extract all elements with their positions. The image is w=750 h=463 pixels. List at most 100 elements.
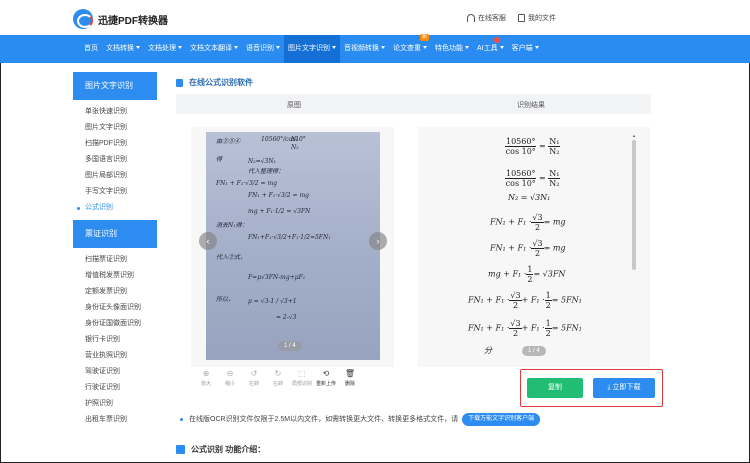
- nav-item-label: AI工具: [477, 45, 498, 52]
- formula-line: mg + F₁ · 1 2 = √3FN: [488, 265, 565, 284]
- tool-rotate-left[interactable]: ↺ 左转: [242, 368, 266, 392]
- fraction: √3 2: [509, 319, 522, 338]
- caret-down-icon: [178, 46, 182, 49]
- denominator: 2: [512, 301, 519, 310]
- sidebar-item[interactable]: 单张快速识别: [73, 104, 157, 120]
- logo[interactable]: 迅捷PDF转换器: [73, 9, 168, 29]
- caret-down-icon: [276, 46, 280, 49]
- nav-item[interactable]: 图片文字识别: [284, 35, 340, 63]
- sidebar-item[interactable]: 身份证头像面识别: [73, 300, 157, 316]
- intro-icon: [176, 445, 185, 454]
- reupload-icon: ⟲: [322, 369, 330, 378]
- my-files-link[interactable]: 我的文件: [518, 13, 556, 23]
- nav-item[interactable]: 文档转换: [102, 35, 144, 63]
- fraction: 10560° cos 10°: [505, 137, 537, 156]
- nav-item[interactable]: 音视频转换: [340, 35, 389, 63]
- download-button[interactable]: ⤓ 立即下载: [593, 378, 655, 398]
- numerator: √3: [531, 239, 544, 249]
- logo-text: 迅捷PDF转换器: [98, 15, 168, 27]
- formula-line: N₂ = √3N₁: [508, 193, 550, 202]
- sidebar-item[interactable]: 身份证国徽面识别: [73, 316, 157, 332]
- tool-trash[interactable]: 🗑 删除: [338, 368, 362, 392]
- original-column-header: 原图: [287, 102, 301, 109]
- nav-item[interactable]: 首页: [80, 35, 102, 63]
- result-page-indicator: 1 / 4: [522, 346, 546, 356]
- tool-label: 缩小: [224, 381, 235, 387]
- page-title: 在线公式识别软件: [176, 77, 253, 88]
- customer-service-link[interactable]: 在线客服: [467, 13, 506, 23]
- sidebar-item[interactable]: 行驶证识别: [73, 380, 157, 396]
- nav-item[interactable]: 文档处理: [144, 35, 186, 63]
- tool-reupload[interactable]: ⟲ 重新上传: [314, 368, 338, 392]
- nav-item[interactable]: 论文查重 新: [389, 34, 431, 63]
- handwritten-line: 10560°/cos10°: [261, 136, 306, 143]
- handwritten-line: FN₁ + F₁·√3/2 = mg: [248, 192, 309, 199]
- sidebar-list: 扫描票证识别 增值税发票识别 定额发票识别 身份证头像面识别 身份证国徽面识别 银行卡识别…: [73, 248, 157, 432]
- sidebar-item[interactable]: 银行卡识别: [73, 332, 157, 348]
- scroll-up-arrow[interactable]: ▲: [632, 133, 636, 138]
- denominator: N₂: [549, 179, 560, 188]
- fraction: 10560° cos 10°: [505, 169, 537, 188]
- download-client-button[interactable]: 下载万能文字识别客户端: [462, 412, 541, 426]
- denominator: 2: [534, 223, 541, 232]
- handwritten-line: = 2-√3: [276, 314, 297, 321]
- result-column-header: 识别结果: [517, 102, 545, 109]
- formula-mid: + F₁ ·: [521, 323, 545, 333]
- sidebar-item[interactable]: 手写文字识别: [73, 184, 157, 200]
- denominator: cos 10°: [505, 179, 536, 188]
- formula-line: FN₁ + F₁ · √3 2 = mg: [490, 213, 566, 232]
- handwritten-line: 所以，: [216, 296, 235, 303]
- preview-page-indicator: 1 / 4: [278, 341, 302, 351]
- fraction: √3 2: [531, 213, 544, 232]
- sidebar-item[interactable]: 出租车票识别: [73, 412, 157, 428]
- numerator: √3: [509, 291, 522, 301]
- sidebar-item[interactable]: 多国语言识别: [73, 152, 157, 168]
- handwritten-line: N₂: [291, 144, 299, 151]
- bullet-dot: [180, 417, 183, 421]
- tool-zoom-in[interactable]: ⊕ 放大: [194, 368, 218, 392]
- formula-right: = √3FN: [533, 269, 566, 279]
- sidebar-group-title: 票证识别: [73, 220, 157, 248]
- formula-left: FN₁ + F₁ ·: [468, 323, 510, 333]
- notice-text: 在线版OCR识别文件仅限于2.5M以内文件，如需转换更大文件、转换更多格式文件，…: [189, 416, 459, 423]
- sidebar-item[interactable]: 增值税发票识别: [73, 268, 157, 284]
- fraction: 12: [544, 291, 552, 310]
- sidebar-item[interactable]: 定额发票识别: [73, 284, 157, 300]
- formula-left: FN₁ + F₁ ·: [490, 243, 532, 253]
- numerator: 10560°: [505, 137, 537, 147]
- copy-button[interactable]: 复制: [527, 378, 583, 398]
- nav-item[interactable]: 文档文本翻译: [186, 35, 242, 63]
- tool-zoom-out[interactable]: ⊖ 缩小: [218, 368, 242, 392]
- column-headers: 原图 识别结果: [176, 94, 651, 114]
- sidebar-item[interactable]: 扫描票证识别: [73, 252, 157, 268]
- prev-page-button[interactable]: ‹: [199, 232, 217, 250]
- nav-item[interactable]: AI工具: [473, 35, 508, 63]
- chevron-left-icon: ‹: [206, 236, 210, 246]
- nav-item[interactable]: 客户端: [508, 35, 543, 63]
- original-preview-panel: 由②③④ 10560°/cos10° N₁ N₂ 得 N₂=√3N₁ 代入整理得： FN₁ +…: [191, 127, 394, 367]
- nav-item-label: 文档转换: [106, 45, 134, 52]
- sidebar-item[interactable]: 营业执照识别: [73, 348, 157, 364]
- tool-label: 局部识别: [291, 381, 312, 387]
- sidebar-item[interactable]: 图片文字识别: [73, 120, 157, 136]
- sidebar-item[interactable]: 护照识别: [73, 396, 157, 412]
- formula-line: FN₁ + F₁ · √3 2 + F₁ · 1 2 = 5FN₁: [468, 319, 582, 338]
- tool-rotate-right[interactable]: ↻ 右转: [266, 368, 290, 392]
- sidebar-item[interactable]: 图片局部识别: [73, 168, 157, 184]
- numerator: 10560°: [505, 169, 537, 179]
- next-page-button[interactable]: ›: [369, 232, 387, 250]
- file-icon: [518, 14, 525, 22]
- tool-crop[interactable]: ⬚ 局部识别: [290, 368, 314, 392]
- formula-line: 10560° cos 10° = N₁ N₂: [505, 137, 561, 156]
- sidebar-item[interactable]: 驾驶证识别: [73, 364, 157, 380]
- sidebar-item[interactable]: 公式识别: [73, 200, 157, 216]
- sidebar-item[interactable]: 扫描PDF识别: [73, 136, 157, 152]
- handwritten-line: F=μ√3FN-mg+μF₁: [248, 274, 306, 281]
- nav-item[interactable]: 语音识别: [242, 35, 284, 63]
- numerator: √3: [509, 319, 522, 329]
- formula-left: FN₁ + F₁ ·: [490, 217, 532, 227]
- result-scrollbar[interactable]: [632, 140, 636, 270]
- nav-item[interactable]: 特色功能: [431, 35, 473, 63]
- numerator: N₁: [548, 169, 561, 179]
- fraction: N₁ N₂: [548, 169, 561, 188]
